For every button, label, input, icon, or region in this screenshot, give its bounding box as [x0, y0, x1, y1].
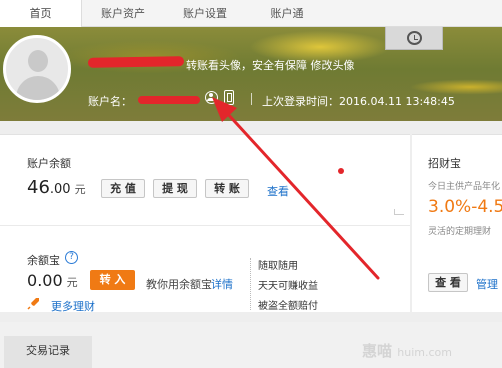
watermark: 惠喵 huim.com [362, 340, 452, 361]
avatar-head-shape [28, 50, 48, 72]
redacted-account-name [138, 96, 200, 104]
view-button[interactable]: 查 看 [428, 273, 468, 292]
transfer-in-button[interactable]: 转 入 [90, 270, 135, 290]
balance-label: 账户余额 [27, 157, 71, 170]
yuebao-amount: 0.00 元 [27, 271, 78, 290]
feature-item: 天天可赚收益 [258, 281, 318, 292]
feature-item: 随取随用 [258, 261, 298, 272]
yuebao-label: 余额宝 [27, 254, 60, 267]
balance-decimal: .00 [49, 182, 71, 197]
watermark-text: 惠喵 [362, 342, 393, 360]
red-dot-marker [338, 168, 344, 174]
last-login-time: 上次登录时间：2016.04.11 13:48:45 [262, 95, 455, 108]
avatar-tip-text[interactable]: 转账看头像，安全有保障 修改头像 [186, 57, 355, 73]
return-icon [394, 209, 404, 215]
rocket-icon [27, 298, 39, 310]
reminder-button[interactable] [385, 27, 443, 50]
tab-account-link[interactable]: 账户通 [246, 0, 328, 27]
zhaocaibao-rate: 3.0%-4.5 [428, 197, 502, 217]
help-icon[interactable]: ? [65, 251, 78, 264]
tab-account-settings[interactable]: 账户设置 [164, 0, 246, 27]
phone-icon[interactable] [224, 90, 234, 105]
tab-transaction-records[interactable]: 交易记录 [4, 336, 92, 368]
yuebao-decimal: .00 [37, 271, 63, 290]
dotted-divider [250, 258, 251, 310]
balance-amount: 46.00 元 [27, 177, 86, 198]
zhaocaibao-desc: 灵活的定期理财 [428, 227, 492, 237]
yuebao-integer: 0 [27, 271, 38, 290]
more-finance-link[interactable]: 更多理财 [51, 298, 95, 314]
section-divider [0, 225, 410, 226]
withdraw-button[interactable]: 提 现 [153, 179, 197, 198]
zhaocaibao-panel: 招财宝 今日主供产品年化 3.0%-4.5 灵活的定期理财 查 看 管理 [412, 134, 502, 312]
avatar[interactable] [3, 35, 71, 103]
tab-account-assets[interactable]: 账户资产 [82, 0, 164, 27]
recharge-button[interactable]: 充 值 [101, 179, 145, 198]
view-link[interactable]: 查看 [267, 183, 289, 199]
assets-panel: 账户余额 46.00 元 充 值 提 现 转 账 查看 余额宝 ? 0.00 元 教… [0, 134, 410, 314]
zhaocaibao-title: 招财宝 [428, 157, 461, 170]
details-link[interactable]: 详情 [211, 276, 233, 292]
balance-unit: 元 [74, 183, 86, 196]
balance-integer: 46 [27, 177, 50, 198]
teach-yuebao-text: 教你用余额宝 [146, 278, 212, 291]
watermark-domain: huim.com [397, 346, 452, 359]
divider [251, 93, 252, 105]
profile-banner: 转账看头像，安全有保障 修改头像 账户名： 上次登录时间：2016.04.11 … [0, 27, 502, 121]
transfer-button[interactable]: 转 账 [205, 179, 249, 198]
yuebao-unit: 元 [66, 276, 78, 289]
redacted-username [87, 56, 185, 68]
account-name-label: 账户名： [88, 95, 132, 108]
zhaocaibao-subtitle: 今日主供产品年化 [428, 182, 501, 192]
user-verify-icon[interactable] [205, 91, 218, 104]
manage-link[interactable]: 管理 [476, 276, 498, 292]
feature-item: 被盗全额赔付 [258, 301, 318, 312]
tab-home[interactable]: 首页 [0, 0, 82, 27]
top-nav: 首页 账户资产 账户设置 账户通 [0, 0, 502, 27]
avatar-body-shape [16, 76, 60, 100]
alarm-clock-icon [407, 31, 422, 45]
